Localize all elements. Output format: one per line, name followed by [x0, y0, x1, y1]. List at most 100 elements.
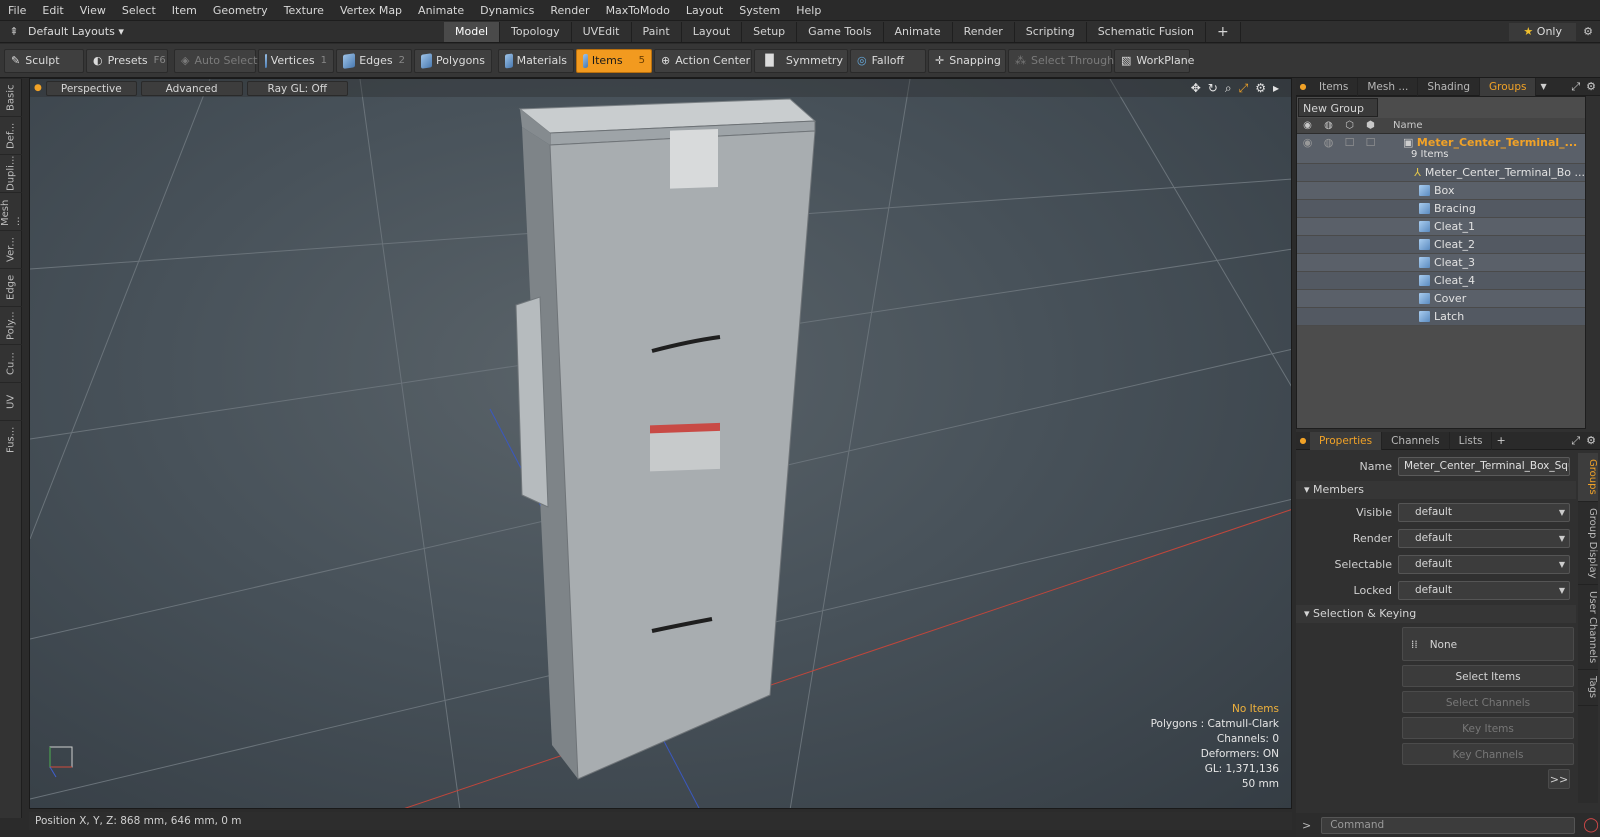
- list-item[interactable]: Latch: [1297, 308, 1585, 326]
- edges-button[interactable]: Edges 2: [336, 48, 412, 73]
- list-item[interactable]: Cover: [1297, 290, 1585, 308]
- zoom-icon[interactable]: ⌕: [1225, 81, 1232, 96]
- list-item[interactable]: Cleat_4: [1297, 272, 1585, 290]
- viewport-arrow-icon[interactable]: ▸: [1273, 81, 1279, 96]
- tool-tab-basic[interactable]: Basic: [0, 78, 22, 116]
- render-col-icon[interactable]: ◍: [1318, 118, 1339, 133]
- layout-selector[interactable]: Default Layouts ▾: [28, 25, 128, 38]
- tab-shading[interactable]: Shading: [1418, 77, 1481, 96]
- menu-animate[interactable]: Animate: [410, 0, 472, 21]
- perspective-button[interactable]: Perspective: [45, 80, 137, 96]
- tool-tab-edge[interactable]: Edge: [0, 268, 22, 306]
- menu-maxtomodo[interactable]: MaxToModo: [598, 0, 678, 21]
- tab-scripting[interactable]: Scripting: [1015, 21, 1087, 42]
- visible-select[interactable]: default: [1398, 502, 1570, 522]
- select-channels-button[interactable]: Select Channels: [1402, 691, 1574, 713]
- tool-tab-uv[interactable]: UV: [0, 382, 22, 420]
- tab-channels[interactable]: Channels: [1382, 431, 1450, 450]
- locked-select[interactable]: default: [1398, 580, 1570, 600]
- record-icon[interactable]: ◯: [1583, 817, 1599, 833]
- menu-system[interactable]: System: [731, 0, 788, 21]
- tool-tab-fusion[interactable]: Fus...: [0, 420, 22, 458]
- tab-game-tools[interactable]: Game Tools: [797, 21, 884, 42]
- none-button[interactable]: ⁞⁞ None: [1402, 627, 1574, 661]
- menu-dynamics[interactable]: Dynamics: [472, 0, 542, 21]
- lock-col-icon[interactable]: ⬡: [1339, 118, 1360, 133]
- tab-topology[interactable]: Topology: [500, 21, 572, 42]
- action-center-button[interactable]: ⊕ Action Center: [654, 48, 752, 73]
- tool-tab-duplicate[interactable]: Dupli...: [0, 154, 22, 192]
- tab-groups[interactable]: Groups: [1480, 77, 1537, 96]
- only-button[interactable]: ★ Only: [1509, 22, 1576, 41]
- raygl-button[interactable]: Ray GL: Off: [246, 80, 348, 96]
- tab-mesh[interactable]: Mesh ...: [1358, 77, 1419, 96]
- polygons-button[interactable]: Polygons: [414, 48, 492, 73]
- side-tab-groups[interactable]: Groups: [1578, 453, 1598, 502]
- side-tab-user-channels[interactable]: User Channels: [1578, 585, 1598, 671]
- visibility-col-icon[interactable]: ◉: [1297, 118, 1318, 133]
- new-group-button[interactable]: New Group: [1298, 98, 1378, 117]
- tool-tab-deform[interactable]: Def...: [0, 116, 22, 154]
- tab-setup[interactable]: Setup: [742, 21, 798, 42]
- selection-keying-section[interactable]: ▾ Selection & Keying: [1296, 605, 1576, 623]
- list-item[interactable]: Cleat_2: [1297, 236, 1585, 254]
- rotate-icon[interactable]: ↻: [1208, 81, 1218, 96]
- selectable-select[interactable]: default: [1398, 554, 1570, 574]
- select-through-button[interactable]: ⁂ Select Through: [1008, 48, 1114, 73]
- tab-layout[interactable]: Layout: [682, 21, 743, 42]
- advanced-button[interactable]: Advanced: [140, 80, 243, 96]
- expand-icon[interactable]: ⤢: [1571, 80, 1580, 94]
- tab-uvedit[interactable]: UVEdit: [572, 21, 632, 42]
- viewport-menu-dot[interactable]: ●: [34, 83, 42, 93]
- viewport-gear-icon[interactable]: ⚙: [1255, 81, 1266, 96]
- group-row[interactable]: ◉ ◍ ☐ ☐ ▣ Meter_Center_Terminal_... 9 It…: [1297, 134, 1585, 164]
- auto-select-button[interactable]: ◈ Auto Select: [174, 48, 257, 73]
- select-col-icon[interactable]: ⬢: [1360, 118, 1381, 133]
- group-checkbox-a[interactable]: ☐: [1339, 136, 1360, 149]
- tool-tab-mesh[interactable]: Mesh ...: [0, 192, 22, 230]
- menu-geometry[interactable]: Geometry: [205, 0, 276, 21]
- group-visibility-icon[interactable]: ◉: [1297, 136, 1318, 149]
- snapping-button[interactable]: ✛ Snapping: [928, 48, 1006, 73]
- more-button[interactable]: >>: [1548, 769, 1570, 789]
- name-field[interactable]: Meter_Center_Terminal_Box_Squ: [1398, 456, 1570, 476]
- list-item[interactable]: Cleat_1: [1297, 218, 1585, 236]
- group-render-icon[interactable]: ◍: [1318, 136, 1339, 149]
- menu-item[interactable]: Item: [164, 0, 205, 21]
- render-select[interactable]: default: [1398, 528, 1570, 548]
- props-expand-icon[interactable]: ⤢: [1571, 434, 1580, 448]
- list-item[interactable]: ⅄ Meter_Center_Terminal_Bo ...: [1297, 164, 1585, 182]
- tab-schematic-fusion[interactable]: Schematic Fusion: [1087, 21, 1207, 42]
- members-section[interactable]: ▾ Members: [1296, 481, 1576, 499]
- tab-properties[interactable]: Properties: [1310, 431, 1383, 450]
- key-channels-button[interactable]: Key Channels: [1402, 743, 1574, 765]
- tab-model[interactable]: Model: [444, 21, 501, 42]
- menu-view[interactable]: View: [72, 0, 114, 21]
- menu-help[interactable]: Help: [788, 0, 829, 21]
- menu-layout[interactable]: Layout: [678, 0, 731, 21]
- list-item[interactable]: Cleat_3: [1297, 254, 1585, 272]
- tab-paint[interactable]: Paint: [632, 21, 682, 42]
- tab-lists[interactable]: Lists: [1450, 431, 1493, 450]
- key-items-button[interactable]: Key Items: [1402, 717, 1574, 739]
- tab-animate[interactable]: Animate: [884, 21, 953, 42]
- layout-menu-icon[interactable]: ⇞: [0, 25, 28, 38]
- add-tab-icon[interactable]: +: [1206, 21, 1241, 42]
- menu-select[interactable]: Select: [114, 0, 164, 21]
- side-tab-tags[interactable]: Tags: [1578, 670, 1598, 706]
- select-items-button[interactable]: Select Items: [1402, 665, 1574, 687]
- maximize-icon[interactable]: ⤢: [1239, 81, 1249, 96]
- pan-icon[interactable]: ✥: [1191, 81, 1201, 96]
- panel-gear-icon[interactable]: ⚙: [1586, 80, 1596, 93]
- tab-render[interactable]: Render: [953, 21, 1015, 42]
- menu-edit[interactable]: Edit: [34, 0, 71, 21]
- list-item[interactable]: Bracing: [1297, 200, 1585, 218]
- materials-button[interactable]: Materials: [498, 48, 574, 73]
- menu-render[interactable]: Render: [542, 0, 597, 21]
- falloff-button[interactable]: ◎ Falloff: [850, 48, 926, 73]
- items-button[interactable]: Items 5: [576, 48, 652, 73]
- panel-menu-dot[interactable]: ●: [1296, 82, 1310, 91]
- tool-tab-polygon[interactable]: Poly...: [0, 306, 22, 344]
- vertices-button[interactable]: Vertices 1: [258, 48, 334, 73]
- add-tab-icon[interactable]: +: [1496, 434, 1505, 447]
